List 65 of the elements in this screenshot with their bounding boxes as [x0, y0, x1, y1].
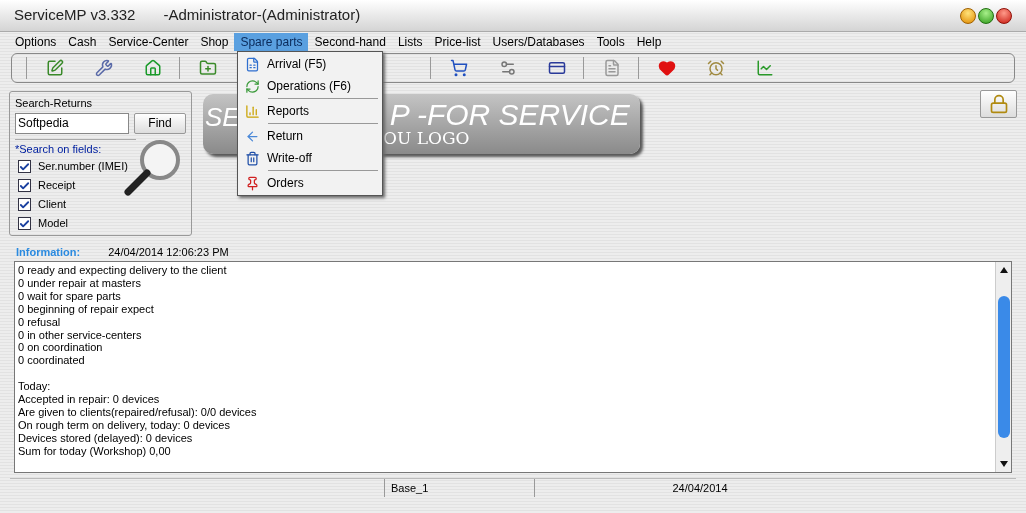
- menu-item[interactable]: Users/Databases: [486, 33, 591, 51]
- scroll-down-icon[interactable]: [999, 461, 1008, 467]
- search-fields-label: *Search on fields:: [15, 141, 103, 157]
- logo-subtitle: OU LOGO: [383, 130, 470, 147]
- status-database: Base_1: [391, 480, 429, 496]
- menu-item[interactable]: Service-Center: [102, 33, 195, 51]
- info-line: Sum for today (Workshop) 0,00: [18, 444, 171, 458]
- minimize-button[interactable]: [960, 7, 976, 24]
- trash-icon: [244, 150, 260, 166]
- info-line: 0 under repair at masters: [18, 276, 141, 290]
- menu-item[interactable]: Tools: [590, 33, 631, 51]
- menu-item[interactable]: Help: [630, 33, 668, 51]
- pin-icon: [244, 175, 260, 191]
- chart-icon: [244, 103, 260, 119]
- checkbox-label: Model: [38, 216, 68, 232]
- info-line: Accepted in repair: 0 devices: [18, 393, 160, 407]
- maximize-button[interactable]: [978, 7, 994, 24]
- info-line: 0 coordinated: [18, 354, 85, 368]
- info-line: 0 ready and expecting delivery to the client: [18, 264, 227, 277]
- info-line: 0 beginning of repair expect: [18, 302, 154, 316]
- info-line: 0 wait for spare parts: [18, 289, 121, 303]
- checkbox-label: Ser.number (IMEI): [38, 159, 128, 175]
- checkbox-label: Client: [38, 197, 67, 213]
- lock-icon: [988, 94, 1009, 114]
- table-icon: [244, 56, 260, 72]
- close-button[interactable]: [996, 7, 1012, 24]
- scrollbar[interactable]: [995, 262, 1011, 472]
- find-button[interactable]: Find: [134, 112, 186, 134]
- menu-item[interactable]: Price-list: [428, 33, 487, 51]
- info-line: Devices stored (delayed): 0 devices: [18, 431, 193, 445]
- dropdown-item[interactable]: Reports: [238, 100, 382, 122]
- search-title: Search-Returns: [15, 96, 94, 111]
- menu-item[interactable]: Lists: [391, 33, 429, 51]
- dropdown-item[interactable]: Arrival (F5): [238, 53, 382, 75]
- info-label: Information:: [16, 244, 81, 260]
- menu-item[interactable]: Shop: [194, 33, 235, 51]
- logo-text: SE: [204, 104, 240, 130]
- info-line: On rough term on delivery, today: 0 devices: [18, 418, 230, 432]
- window-title: ServiceMP v3.332: [14, 5, 136, 26]
- checkbox[interactable]: [18, 198, 31, 211]
- checkbox-label: Receipt: [38, 178, 76, 194]
- search-field[interactable]: Softpedia: [15, 112, 129, 134]
- checkbox[interactable]: [18, 217, 31, 230]
- info-line: 0 refusal: [18, 315, 61, 329]
- scroll-up-icon[interactable]: [999, 267, 1008, 273]
- info-line: 0 on coordination: [18, 341, 103, 355]
- dropdown-item[interactable]: Orders: [238, 172, 382, 194]
- info-line: Today:: [18, 380, 51, 394]
- checkbox[interactable]: [18, 179, 31, 192]
- info-timestamp: 24/04/2014 12:06:23 PM: [108, 244, 229, 260]
- user-label: -Administrator-(Administrator): [163, 5, 361, 26]
- status-date: 24/04/2014: [672, 480, 728, 496]
- logo-text: P -FOR SERVICE: [389, 100, 630, 130]
- info-line: Are given to clients(repaired/refusal): 0/0 devices: [18, 406, 257, 419]
- menu-item[interactable]: Second-hand: [308, 33, 392, 51]
- menu-item[interactable]: Options: [9, 33, 63, 51]
- menu-item[interactable]: Cash: [62, 33, 103, 51]
- menu-item[interactable]: Spare parts: [234, 33, 309, 51]
- dropdown-item[interactable]: Write-off: [238, 147, 382, 169]
- lock-button[interactable]: [980, 90, 1017, 118]
- checkbox[interactable]: [18, 160, 31, 173]
- dropdown-item[interactable]: Return: [238, 125, 382, 147]
- dropdown-item[interactable]: Operations (F6): [238, 75, 382, 97]
- info-line: 0 in other service-centers: [18, 328, 142, 342]
- refresh-icon: [244, 78, 260, 94]
